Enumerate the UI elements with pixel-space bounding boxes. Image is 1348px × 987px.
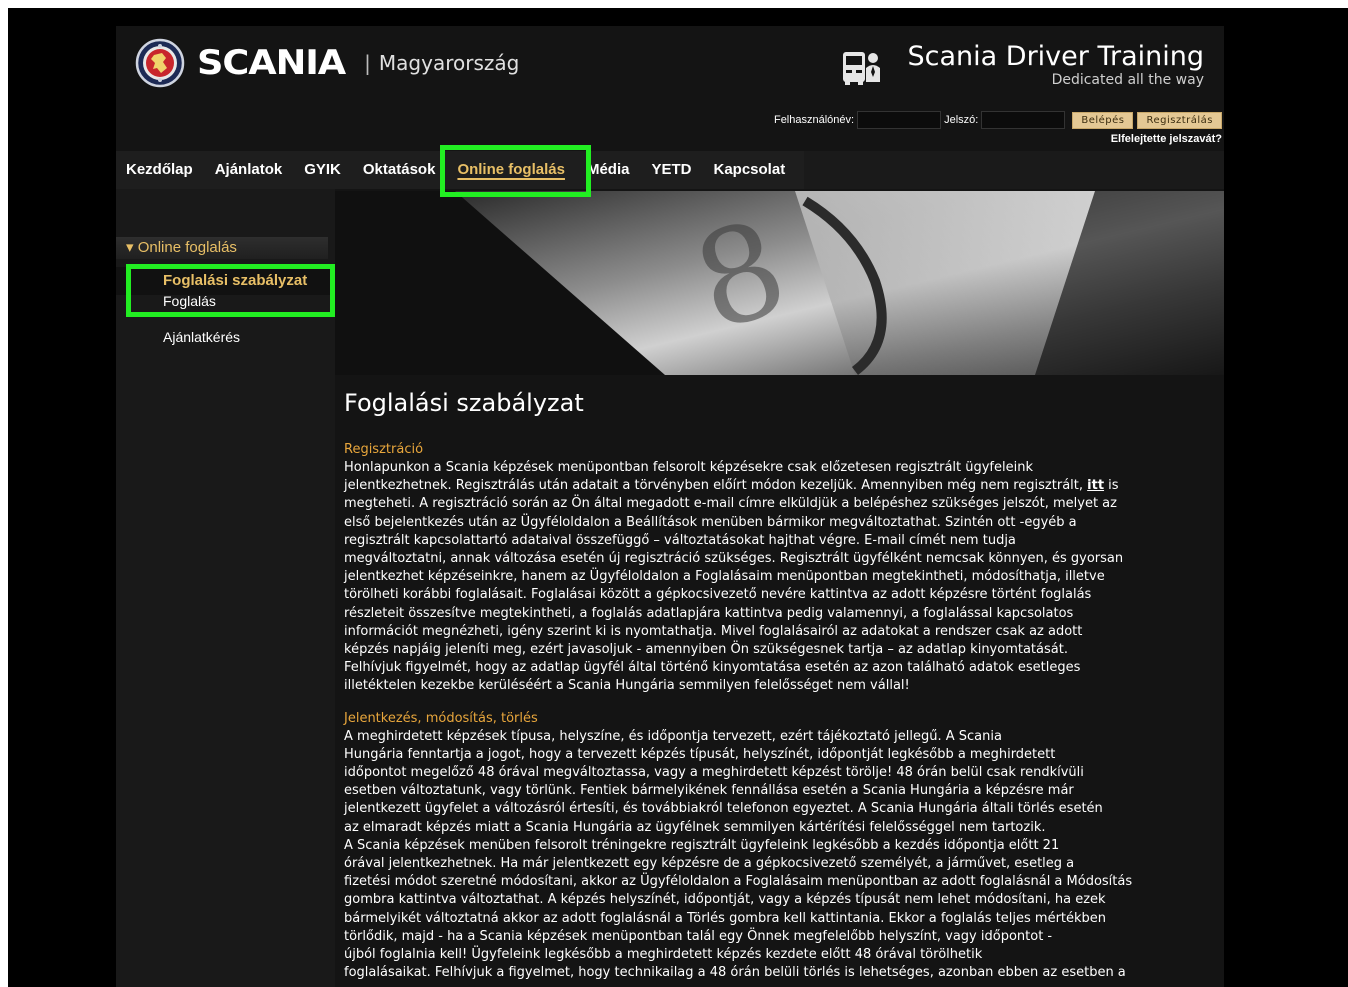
nav-item-kapcsolat[interactable]: Kapcsolat bbox=[703, 151, 797, 189]
nav-item-gyik[interactable]: GYIK bbox=[293, 151, 352, 189]
nav-label: GYIK bbox=[304, 161, 341, 178]
text-line: esetben változtatunk, vagy törlünk. Fent… bbox=[344, 783, 1074, 799]
country-name: Magyarország bbox=[378, 51, 520, 75]
site-container: SCANIA | Magyarország Scania Driver Train… bbox=[116, 26, 1224, 987]
text-line: megteheti. A regisztráció során az Ön ál… bbox=[344, 496, 1117, 512]
text-line: Felhívjuk figyelmét, hogy az adatlap ügy… bbox=[344, 660, 1081, 676]
text-line: első bejelentkezés után az Ügyféloldalon… bbox=[344, 514, 1077, 530]
sidebar-item-foglalas[interactable]: Foglalás bbox=[116, 295, 330, 311]
text-line: regisztrált kapcsolattartó adataival öss… bbox=[344, 532, 1016, 548]
article: Foglalási szabályzat Regisztráció Honlap… bbox=[344, 389, 1224, 982]
text-line: részleteit összesítve megtekintheti, a f… bbox=[344, 605, 1074, 621]
driver-training-logo[interactable]: Scania Driver Training Dedicated all the… bbox=[842, 42, 1204, 88]
sidebar-item-foglalasi-szabalyzat[interactable]: Foglalási szabályzat bbox=[116, 267, 330, 295]
text-line: törlődik, majd - ha a Scania képzések me… bbox=[344, 928, 1053, 944]
sidebar-item-label: Foglalási szabályzat bbox=[163, 272, 308, 289]
text-line: jelentkezhetnek. Regisztrálás után adata… bbox=[344, 478, 1084, 494]
scania-griffin-icon bbox=[135, 38, 185, 88]
text-line: újból foglalnia kell! Ügyfeleink legkéső… bbox=[344, 947, 983, 963]
nav-item-yetd[interactable]: YETD bbox=[640, 151, 702, 189]
sidebar-heading[interactable]: ▾ Online foglalás bbox=[116, 237, 328, 259]
driver-training-subtitle: Dedicated all the way bbox=[1051, 72, 1204, 88]
registration-text: Honlapunkon a Scania képzések menüpontba… bbox=[344, 459, 1224, 696]
country-label: | Magyarország bbox=[364, 51, 519, 75]
text-line: bármelyikét változtatná akkor az adott f… bbox=[344, 910, 1107, 926]
main-nav: Kezdőlap Ajánlatok GYIK Oktatások Online… bbox=[116, 151, 1224, 189]
booking-changes-text: A meghirdetett képzések típusa, helyszín… bbox=[344, 728, 1224, 983]
sidebar-item-ajanlatkeres[interactable]: Ajánlatkérés bbox=[116, 327, 330, 347]
text-line: A meghirdetett képzések típusa, helyszín… bbox=[344, 728, 1002, 744]
truck-driver-icon bbox=[842, 52, 880, 85]
text-line: Honlapunkon a Scania képzések menüpontba… bbox=[344, 460, 1033, 475]
register-button[interactable]: Regisztrálás bbox=[1137, 111, 1222, 129]
password-label: Jelszó: bbox=[944, 114, 979, 126]
v8-banner-image: 8 bbox=[335, 191, 1224, 375]
section-heading-registration: Regisztráció bbox=[344, 442, 424, 457]
text-line: az elmaradt képzés miatt a Scania Hungár… bbox=[344, 819, 1046, 835]
nav-label: Online foglalás bbox=[457, 161, 565, 178]
sidebar-item-label: Foglalás bbox=[163, 295, 216, 309]
nav-label: Média bbox=[586, 161, 630, 178]
text-line: Hungária fenntartja a jogot, hogy a terv… bbox=[344, 746, 1056, 762]
text-line: is bbox=[1104, 478, 1119, 494]
scania-logo[interactable]: SCANIA | Magyarország bbox=[135, 38, 519, 88]
login-button[interactable]: Belépés bbox=[1072, 111, 1134, 129]
nav-item-kezdolap[interactable]: Kezdőlap bbox=[116, 151, 204, 189]
nav-label: Kezdőlap bbox=[126, 161, 193, 178]
text-line: információt megnézheti, igény szerint ki… bbox=[344, 623, 1083, 639]
username-label: Felhasználónév: bbox=[773, 114, 855, 126]
text-line: A Scania képzések menüben felsorolt trén… bbox=[344, 837, 1060, 853]
login-form: Felhasználónév: Jelszó: Belépés Regisztr… bbox=[774, 111, 1222, 145]
main-content: 8 Foglalási szabályzat Regisztráció Honl… bbox=[335, 189, 1224, 987]
forgot-password-link[interactable]: Elfelejtette jelszavát? bbox=[774, 133, 1222, 145]
register-here-link[interactable]: itt bbox=[1087, 478, 1104, 493]
nav-label: YETD bbox=[651, 161, 692, 178]
nav-item-media[interactable]: Média bbox=[576, 151, 641, 189]
nav-label: Oktatások bbox=[362, 161, 436, 178]
text-line: gombra kattintva változtathat. A képzés … bbox=[344, 892, 1106, 908]
page-frame: SCANIA | Magyarország Scania Driver Train… bbox=[8, 8, 1348, 987]
header: SCANIA | Magyarország Scania Driver Train… bbox=[116, 26, 1224, 151]
text-line: jelentkezett ügyfelet a változásról érte… bbox=[344, 801, 1103, 817]
nav-item-online-foglalas[interactable]: Online foglalás bbox=[446, 151, 576, 189]
driver-training-title: Scania Driver Training bbox=[907, 41, 1204, 72]
country-separator: | bbox=[364, 51, 371, 75]
nav-label: Kapcsolat bbox=[713, 161, 786, 178]
text-line: időpontot megelőző 48 órával megváltozta… bbox=[344, 765, 1084, 781]
nav-item-oktatasok[interactable]: Oktatások bbox=[352, 151, 447, 189]
username-input[interactable] bbox=[857, 111, 942, 129]
text-line: törölheti korábbi foglalásait. Foglalása… bbox=[344, 587, 1092, 603]
sidebar-heading-label: Online foglalás bbox=[137, 239, 237, 256]
sidebar: ▾ Online foglalás Foglalási szabályzat F… bbox=[116, 189, 335, 987]
text-line: jelentkezhet képzéseinkre, hanem az Ügyf… bbox=[344, 569, 1105, 585]
password-input[interactable] bbox=[981, 111, 1066, 129]
text-line: órával jelentkezhetnek. Ha már jelentkez… bbox=[344, 856, 1075, 872]
nav-label: Ajánlatok bbox=[214, 161, 283, 178]
section-heading-booking-changes: Jelentkezés, módosítás, törlés bbox=[344, 710, 538, 726]
sidebar-item-label: Ajánlatkérés bbox=[163, 329, 241, 345]
page-title: Foglalási szabályzat bbox=[344, 389, 584, 417]
nav-item-ajanlatok[interactable]: Ajánlatok bbox=[204, 151, 294, 189]
text-line: illetéktelen kezekbe kerüléséért a Scani… bbox=[344, 678, 910, 694]
text-line: foglalásaikat. Felhívjuk a figyelmet, ho… bbox=[344, 965, 1126, 981]
text-line: képzés napjáig jeleníti meg, ezért javas… bbox=[344, 642, 1068, 658]
brand-wordmark: SCANIA bbox=[197, 43, 346, 83]
text-line: fizetési módot szeretné módosítani, akko… bbox=[344, 874, 1133, 890]
text-line: megváltoztatni, annak változása esetén ú… bbox=[344, 551, 1124, 567]
